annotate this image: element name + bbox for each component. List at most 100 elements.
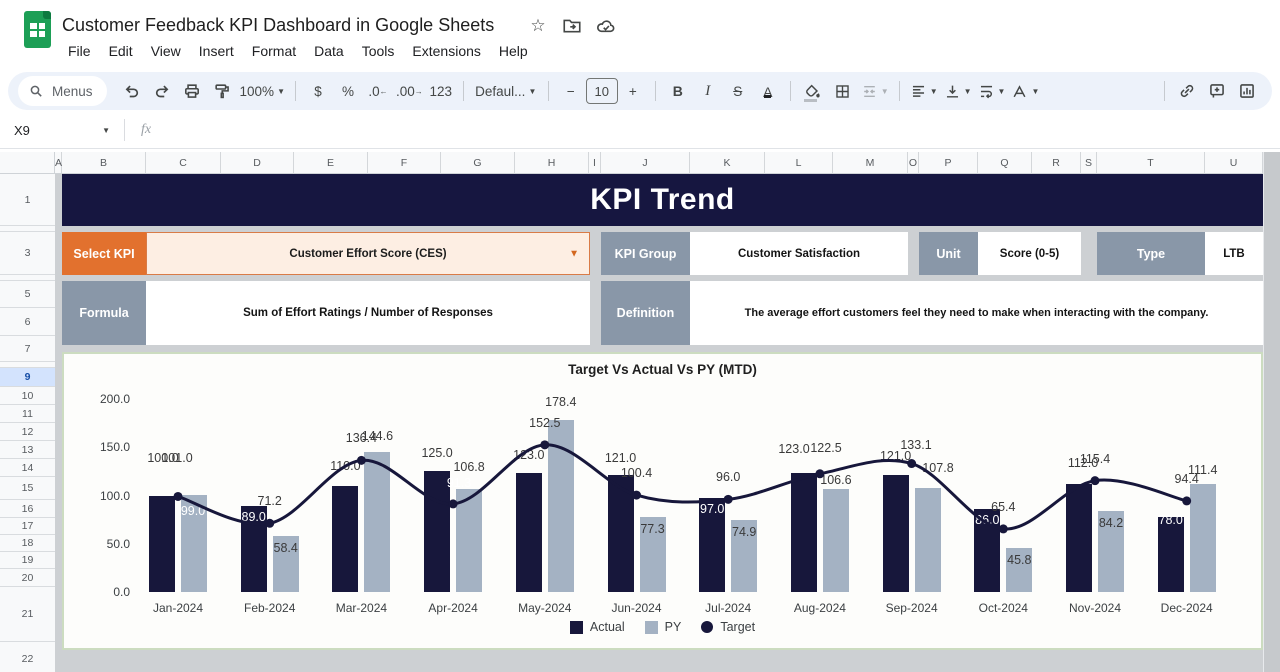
insert-link-button[interactable] <box>1175 78 1199 104</box>
row-header-5[interactable]: 5 <box>0 281 55 308</box>
row-header-19[interactable]: 19 <box>0 552 55 569</box>
paint-format-button[interactable] <box>210 78 234 104</box>
row-header-12[interactable]: 12 <box>0 423 55 441</box>
row-header-13[interactable]: 13 <box>0 441 55 459</box>
column-header-G[interactable]: G <box>441 152 515 174</box>
formula-input[interactable] <box>161 112 1280 148</box>
row-header-15[interactable]: 15 <box>0 477 55 500</box>
row-header-3[interactable]: 3 <box>0 232 55 275</box>
row-header-17[interactable]: 17 <box>0 518 55 535</box>
zoom-select[interactable]: 100%▼ <box>240 78 285 104</box>
column-header-I[interactable]: I <box>589 152 601 174</box>
type-value[interactable]: LTB <box>1205 232 1263 275</box>
font-select[interactable]: Defaul...▼ <box>474 78 538 104</box>
column-header-B[interactable]: B <box>62 152 146 174</box>
bold-button[interactable]: B <box>666 78 690 104</box>
row-header-9[interactable]: 9 <box>0 368 55 387</box>
target-value-label: 94.4 <box>1175 472 1199 486</box>
menu-item-view[interactable]: View <box>143 40 189 62</box>
kpi-select-dropdown[interactable]: Customer Effort Score (CES) ▼ <box>146 232 590 275</box>
insert-chart-button[interactable] <box>1235 78 1259 104</box>
menu-bar: FileEditViewInsertFormatDataToolsExtensi… <box>60 40 536 62</box>
definition-value[interactable]: The average effort customers feel they n… <box>690 281 1263 345</box>
menu-item-insert[interactable]: Insert <box>191 40 242 62</box>
menu-item-data[interactable]: Data <box>306 40 352 62</box>
star-icon[interactable]: ☆ <box>528 16 548 36</box>
increase-decimals-button[interactable]: .00→ <box>396 78 423 104</box>
menu-item-file[interactable]: File <box>60 40 99 62</box>
document-title[interactable]: Customer Feedback KPI Dashboard in Googl… <box>62 15 494 36</box>
text-wrap-button[interactable]: ▼ <box>978 78 1006 104</box>
target-value-label: 71.2 <box>258 494 282 508</box>
x-axis-label: Jul-2024 <box>705 601 751 615</box>
formula-value[interactable]: Sum of Effort Ratings / Number of Respon… <box>146 281 590 345</box>
menu-item-tools[interactable]: Tools <box>354 40 403 62</box>
column-header-M[interactable]: M <box>833 152 908 174</box>
column-header-E[interactable]: E <box>294 152 368 174</box>
column-header-Q[interactable]: Q <box>978 152 1032 174</box>
row-header-1[interactable]: 1 <box>0 174 55 226</box>
insert-comment-button[interactable] <box>1205 78 1229 104</box>
column-header-T[interactable]: T <box>1097 152 1205 174</box>
select-all-corner[interactable] <box>0 152 55 174</box>
column-header-L[interactable]: L <box>765 152 833 174</box>
column-header-H[interactable]: H <box>515 152 589 174</box>
row-header-18[interactable]: 18 <box>0 535 55 552</box>
row-header-7[interactable]: 7 <box>0 336 55 362</box>
font-size-input[interactable]: 10 <box>586 78 618 104</box>
column-header-R[interactable]: R <box>1032 152 1081 174</box>
menu-item-format[interactable]: Format <box>244 40 304 62</box>
column-header-A[interactable]: A <box>55 152 62 174</box>
increase-font-size-button[interactable]: + <box>621 78 645 104</box>
py-bar <box>364 452 390 592</box>
fill-color-button[interactable] <box>801 78 825 104</box>
row-header-14[interactable]: 14 <box>0 459 55 477</box>
column-header-O[interactable]: O <box>908 152 919 174</box>
horizontal-align-button[interactable]: ▼ <box>910 78 938 104</box>
row-header-6[interactable]: 6 <box>0 308 55 336</box>
format-percent-button[interactable]: % <box>336 78 360 104</box>
borders-button[interactable] <box>831 78 855 104</box>
sheets-logo-icon[interactable] <box>24 11 51 48</box>
italic-button[interactable]: I <box>696 78 720 104</box>
menu-item-help[interactable]: Help <box>491 40 536 62</box>
column-header-S[interactable]: S <box>1081 152 1097 174</box>
x-axis-label: Aug-2024 <box>794 601 846 615</box>
redo-button[interactable] <box>150 78 174 104</box>
vertical-align-button[interactable]: ▼ <box>944 78 972 104</box>
actual-value-label: 123.0 <box>778 442 809 456</box>
text-rotation-button[interactable]: ▼ <box>1011 78 1039 104</box>
row-header-16[interactable]: 16 <box>0 500 55 518</box>
menus-label: Menus <box>52 84 93 99</box>
menu-item-edit[interactable]: Edit <box>101 40 141 62</box>
column-header-D[interactable]: D <box>221 152 294 174</box>
kpi-trend-chart[interactable]: Target Vs Actual Vs PY (MTD) Jan-2024100… <box>62 352 1263 650</box>
menu-item-extensions[interactable]: Extensions <box>404 40 488 62</box>
py-value-label: 107.8 <box>922 461 953 475</box>
column-header-K[interactable]: K <box>690 152 765 174</box>
undo-button[interactable] <box>120 78 144 104</box>
row-header-10[interactable]: 10 <box>0 387 55 405</box>
column-header-U[interactable]: U <box>1205 152 1263 174</box>
column-header-F[interactable]: F <box>368 152 441 174</box>
column-header-J[interactable]: J <box>601 152 690 174</box>
column-header-P[interactable]: P <box>919 152 978 174</box>
menus-search[interactable]: Menus <box>18 76 107 106</box>
column-header-C[interactable]: C <box>146 152 221 174</box>
text-color-button[interactable]: A <box>756 78 780 104</box>
print-button[interactable] <box>180 78 204 104</box>
row-header-22[interactable]: 22 <box>0 642 55 672</box>
decrease-decimals-button[interactable]: .0← <box>366 78 390 104</box>
row-header-11[interactable]: 11 <box>0 405 55 423</box>
unit-value[interactable]: Score (0-5) <box>978 232 1081 275</box>
format-currency-button[interactable]: $ <box>306 78 330 104</box>
more-formats-button[interactable]: 123 <box>429 78 453 104</box>
cloud-saved-icon[interactable] <box>596 16 616 36</box>
row-header-20[interactable]: 20 <box>0 569 55 587</box>
move-to-folder-icon[interactable] <box>562 16 582 36</box>
strikethrough-button[interactable]: S <box>726 78 750 104</box>
name-box[interactable]: X9 ▼ <box>0 123 118 138</box>
kpi-group-value[interactable]: Customer Satisfaction <box>690 232 908 275</box>
decrease-font-size-button[interactable]: − <box>559 78 583 104</box>
row-header-21[interactable]: 21 <box>0 587 55 642</box>
